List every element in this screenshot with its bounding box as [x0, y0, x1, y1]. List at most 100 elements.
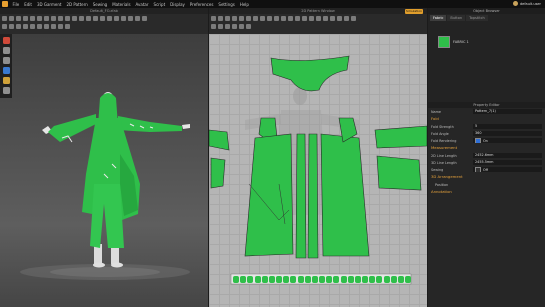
section-annotation[interactable]: Annotation [428, 188, 545, 196]
menu-2d-pattern[interactable]: 2D Pattern [64, 2, 90, 7]
avatar-tool-icon[interactable] [114, 16, 119, 21]
edit-point-icon[interactable] [218, 16, 223, 21]
check-sewing-icon[interactable] [295, 16, 300, 21]
edit-sewing-icon[interactable] [288, 16, 293, 21]
menu-sewing[interactable]: Sewing [90, 2, 109, 7]
move-tool-icon[interactable] [9, 16, 14, 21]
texture-tool-icon[interactable] [93, 16, 98, 21]
section-fold[interactable]: Fold [428, 115, 545, 123]
render-tool-icon[interactable] [135, 16, 140, 21]
avatar-display-icon[interactable] [2, 47, 10, 54]
annotation-icon[interactable] [351, 16, 356, 21]
garment-display-icon[interactable] [2, 57, 10, 64]
circle-icon[interactable] [44, 24, 49, 29]
graphic-2d-icon[interactable] [316, 16, 321, 21]
gather-icon[interactable] [246, 24, 251, 29]
tab-fabric[interactable]: Fabric [430, 15, 447, 21]
point-icon[interactable] [23, 24, 28, 29]
zipper-2d-icon[interactable] [330, 16, 335, 21]
topstitch-icon[interactable] [337, 16, 342, 21]
menu-help[interactable]: Help [237, 2, 251, 7]
segment-icon[interactable] [16, 24, 21, 29]
section-3d-arrangement[interactable]: 3D Arrangement [428, 173, 545, 181]
puckering-tool-icon[interactable] [107, 16, 112, 21]
checkbox-icon [475, 138, 481, 143]
trace-icon[interactable] [267, 16, 272, 21]
polygon-icon[interactable] [30, 24, 35, 29]
viewport-3d[interactable] [0, 34, 208, 307]
menu-file[interactable]: File [10, 2, 22, 7]
graphic-tool-icon[interactable] [100, 16, 105, 21]
ellipse-2d-icon[interactable] [253, 16, 258, 21]
rotate-tool-icon[interactable] [16, 16, 21, 21]
texture-display-icon[interactable] [2, 67, 10, 74]
zipper-tool-icon[interactable] [79, 16, 84, 21]
curve-point-icon[interactable] [232, 16, 237, 21]
measure-tool-icon[interactable] [44, 16, 49, 21]
menu-materials[interactable]: Materials [110, 2, 133, 7]
dart-icon[interactable] [58, 24, 63, 29]
brush-tool-icon[interactable] [37, 16, 42, 21]
rectangle-icon[interactable] [37, 24, 42, 29]
free-sewing-icon[interactable] [281, 16, 286, 21]
name-field[interactable]: Pattern_7(1) [473, 109, 542, 114]
pin-tool-icon[interactable] [23, 16, 28, 21]
view-tool-icon[interactable] [142, 16, 147, 21]
tuck-tool-icon[interactable] [51, 16, 56, 21]
menu-script[interactable]: Script [151, 2, 168, 7]
fabric-list-item[interactable]: FABRIC 1 [438, 36, 469, 48]
transform-pattern-icon[interactable] [211, 16, 216, 21]
measure-2d-icon[interactable] [344, 16, 349, 21]
fold-strength-field[interactable]: 5 [473, 124, 542, 129]
pleat-icon[interactable] [239, 24, 244, 29]
texture-2d-icon[interactable] [309, 16, 314, 21]
camera-icon[interactable] [2, 37, 10, 44]
menu-settings[interactable]: Settings [216, 2, 237, 7]
menu-3d-garment[interactable]: 3D Garment [34, 2, 63, 7]
menu-preferences[interactable]: Preferences [187, 2, 216, 7]
rectangle-2d-icon[interactable] [246, 16, 251, 21]
internal-polygon-icon[interactable] [260, 16, 265, 21]
add-point-icon[interactable] [225, 16, 230, 21]
tab-topstitch[interactable]: Topstitch [466, 15, 488, 21]
measure-display-icon[interactable] [2, 87, 10, 94]
fold-rendering-label: Fold Rendering [431, 138, 457, 143]
sewing-field[interactable]: Off [473, 167, 542, 172]
binding-icon[interactable] [232, 24, 237, 29]
seam-allowance-icon[interactable] [225, 24, 230, 29]
seam-tool-icon[interactable] [58, 16, 63, 21]
viewport-2d[interactable] [209, 34, 427, 307]
menu-edit[interactable]: Edit [22, 2, 35, 7]
position-label[interactable]: Position [431, 183, 477, 187]
stitch-tool-icon[interactable] [65, 16, 70, 21]
fold-angle-field[interactable]: 360 [473, 131, 542, 136]
fold-tool-icon[interactable] [30, 16, 35, 21]
toolbar-3d: Default_FO.zfab [0, 8, 208, 34]
fold-arrangement-icon[interactable] [302, 16, 307, 21]
symmetry-icon[interactable] [218, 24, 223, 29]
simulation-button[interactable]: Simulation [405, 9, 423, 14]
checkbox-icon [475, 167, 481, 172]
2d-length-label: 2D Line Length [431, 153, 457, 158]
menu-avatar[interactable]: Avatar [133, 2, 151, 7]
arrange-tool-icon[interactable] [121, 16, 126, 21]
menu-display[interactable]: Display [168, 2, 188, 7]
internal-line-icon[interactable] [51, 24, 56, 29]
pin-display-icon[interactable] [2, 77, 10, 84]
tab-button[interactable]: Button [447, 15, 466, 21]
edit-pattern-icon[interactable] [2, 24, 7, 29]
grading-icon[interactable] [211, 24, 216, 29]
segment-sewing-icon[interactable] [274, 16, 279, 21]
snapshot-tool-icon[interactable] [128, 16, 133, 21]
fold-rendering-field[interactable]: On [473, 138, 542, 143]
edit-curve-icon[interactable] [9, 24, 14, 29]
property-editor: Property Editor Name Pattern_7(1) Fold F… [428, 102, 545, 307]
section-measurement[interactable]: Measurement [428, 144, 545, 152]
trim-tool-icon[interactable] [86, 16, 91, 21]
notch-icon[interactable] [65, 24, 70, 29]
select-tool-icon[interactable] [2, 16, 7, 21]
user-account[interactable]: default.user [512, 1, 541, 6]
button-tool-icon[interactable] [72, 16, 77, 21]
polygon-2d-icon[interactable] [239, 16, 244, 21]
button-2d-icon[interactable] [323, 16, 328, 21]
